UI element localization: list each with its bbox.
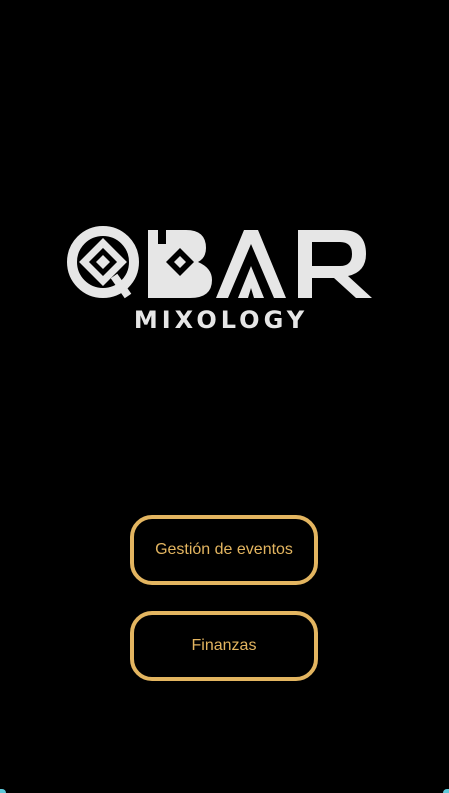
corner-accent-left: [0, 789, 6, 793]
logo-q-glyph: [67, 226, 139, 299]
event-management-button[interactable]: Gestión de eventos: [130, 515, 318, 585]
logo-b-glyph: [148, 230, 212, 298]
home-screen: MIXOLOGY Gestión de eventos Finanzas: [0, 0, 449, 793]
qbar-logo: MIXOLOGY: [66, 222, 376, 334]
qbar-logo-mark: MIXOLOGY: [67, 226, 372, 334]
logo-subtitle: MIXOLOGY: [134, 306, 308, 334]
logo-r-glyph: [298, 230, 372, 298]
finance-button[interactable]: Finanzas: [130, 611, 318, 681]
corner-accent-right: [443, 789, 449, 793]
logo-a-glyph: [216, 230, 286, 298]
